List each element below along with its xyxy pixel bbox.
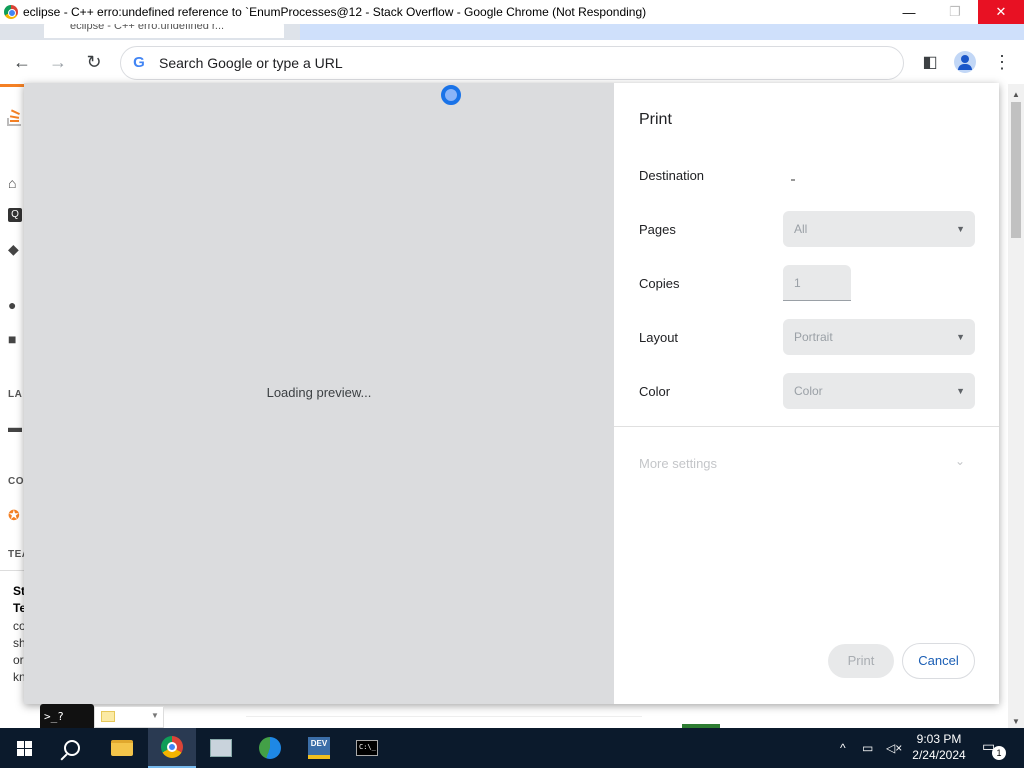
- taskbar-chrome[interactable]: [148, 728, 196, 768]
- copies-input[interactable]: 1: [783, 265, 851, 301]
- taskbar-terminal[interactable]: C:\_: [343, 728, 391, 768]
- layout-label: Layout: [639, 330, 679, 345]
- loading-spinner-icon: [441, 85, 461, 105]
- menu-icon[interactable]: ⋮: [990, 50, 1014, 74]
- destination-label: Destination: [639, 168, 705, 183]
- settings-divider: [614, 426, 999, 427]
- more-settings-toggle[interactable]: More settings: [639, 456, 717, 471]
- note-icon: [101, 711, 115, 722]
- scroll-up-arrow-icon[interactable]: ▲: [1008, 90, 1024, 99]
- print-title: Print: [639, 111, 672, 128]
- back-button[interactable]: ←: [10, 50, 34, 74]
- layout-select[interactable]: Portrait ▼: [783, 319, 975, 355]
- home-icon[interactable]: ⌂: [8, 175, 24, 191]
- cancel-button[interactable]: Cancel: [902, 643, 975, 679]
- tab-strip: eclipse - C++ erro:undefined r...: [0, 24, 1024, 40]
- dropdown-arrow-icon[interactable]: ▼: [151, 711, 159, 720]
- console-popup: >_?: [40, 704, 94, 728]
- scroll-down-arrow-icon[interactable]: ▼: [1008, 717, 1024, 726]
- chrome-icon: [161, 736, 183, 758]
- stackoverflow-top-stripe: [0, 84, 24, 87]
- color-label: Color: [639, 384, 671, 399]
- color-select-value: Color: [794, 384, 823, 398]
- windows-taskbar: DEV C:\_ ^ ▭ ◁× 9:03 PM 2/24/2024 ▭ 1: [0, 728, 1024, 768]
- bottom-widget: ▼: [94, 706, 164, 728]
- close-button[interactable]: ✕: [978, 0, 1024, 24]
- pages-select[interactable]: All ▼: [783, 211, 975, 247]
- page-divider-line: [246, 716, 642, 717]
- collectives-icon[interactable]: ✪: [8, 507, 24, 523]
- color-select[interactable]: Color ▼: [783, 373, 975, 409]
- title-bar: eclipse - C++ erro:undefined reference t…: [0, 0, 1024, 24]
- chat-icon[interactable]: ▬: [8, 419, 24, 435]
- taskbar-devcpp[interactable]: DEV: [295, 728, 343, 768]
- tags-icon[interactable]: ◆: [8, 241, 24, 257]
- forward-button[interactable]: →: [46, 50, 70, 74]
- minimize-button[interactable]: —: [886, 0, 932, 24]
- google-icon: G: [133, 54, 145, 71]
- document-icon: [210, 739, 232, 757]
- print-preview-area: Loading preview...: [24, 83, 614, 704]
- print-button[interactable]: Print: [828, 644, 894, 678]
- address-bar[interactable]: G Search Google or type a URL: [120, 46, 904, 80]
- taskbar-app[interactable]: [197, 728, 245, 768]
- notification-count-badge: 1: [992, 746, 1006, 760]
- address-bar-placeholder: Search Google or type a URL: [159, 55, 343, 71]
- taskbar-file-explorer[interactable]: [98, 728, 146, 768]
- sidebar-section-label: LA: [8, 389, 23, 400]
- destination-value[interactable]: [791, 179, 795, 181]
- print-settings-panel: Print Destination Pages All ▼ Copies 1 L…: [614, 83, 999, 704]
- network-icon[interactable]: ▭: [862, 728, 873, 768]
- taskbar-clock[interactable]: 9:03 PM 2/24/2024: [908, 731, 970, 763]
- users-icon[interactable]: ●: [8, 297, 24, 313]
- page-scrollbar[interactable]: ▲ ▼: [1008, 84, 1024, 728]
- print-dialog: Loading preview... Print Destination Pag…: [24, 83, 999, 704]
- terminal-icon: C:\_: [356, 740, 378, 756]
- volume-muted-icon[interactable]: ◁×: [886, 728, 902, 768]
- chrome-icon: [4, 5, 18, 19]
- stackoverflow-logo-icon: [7, 109, 21, 126]
- chevron-down-icon[interactable]: ⌄: [955, 454, 965, 468]
- sidebar-section-label: CO: [8, 476, 24, 487]
- pages-label: Pages: [639, 222, 676, 237]
- dropdown-arrow-icon: ▼: [956, 224, 965, 234]
- pages-select-value: All: [794, 222, 808, 236]
- side-panel-icon[interactable]: ◧: [918, 50, 942, 74]
- devcpp-icon: DEV: [308, 737, 330, 759]
- reload-button[interactable]: ↻: [82, 50, 106, 74]
- edge-icon: [259, 737, 281, 759]
- profile-avatar-icon[interactable]: [954, 51, 976, 73]
- scroll-thumb[interactable]: [1011, 102, 1021, 238]
- tab-strip-highlight: [300, 24, 1024, 40]
- maximize-button[interactable]: ❐: [932, 0, 978, 24]
- tray-overflow-icon[interactable]: ^: [840, 728, 846, 768]
- window-title: eclipse - C++ erro:undefined reference t…: [23, 5, 647, 19]
- windows-logo-icon: [16, 740, 32, 756]
- taskbar-edge[interactable]: [246, 728, 294, 768]
- taskbar-search-button[interactable]: [48, 728, 96, 768]
- start-button[interactable]: [0, 728, 48, 768]
- questions-icon[interactable]: Q: [8, 208, 22, 222]
- teams-promo-text: or: [13, 653, 24, 667]
- folder-icon: [111, 740, 133, 756]
- dropdown-arrow-icon: ▼: [956, 332, 965, 342]
- jobs-icon[interactable]: ■: [8, 331, 24, 347]
- copies-label: Copies: [639, 276, 680, 291]
- tab-active[interactable]: eclipse - C++ erro:undefined r...: [44, 24, 284, 38]
- dropdown-arrow-icon: ▼: [956, 386, 965, 396]
- layout-select-value: Portrait: [794, 330, 833, 344]
- clock-date: 2/24/2024: [912, 748, 966, 762]
- search-icon: [64, 740, 80, 756]
- clock-time: 9:03 PM: [916, 732, 962, 746]
- preview-status: Loading preview...: [266, 385, 372, 400]
- browser-toolbar: ← → ↻ G Search Google or type a URL ◧ ⋮: [0, 40, 1024, 84]
